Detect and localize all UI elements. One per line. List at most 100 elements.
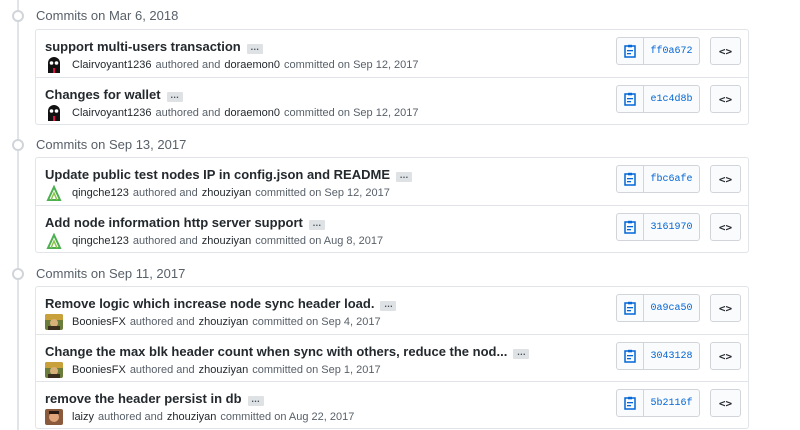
commit-committer-link[interactable]: zhouziyan [202, 187, 252, 199]
commit-author-link[interactable]: qingche123 [72, 235, 129, 247]
copy-sha-button[interactable] [617, 390, 644, 416]
commit-message-link[interactable]: Update public test nodes IP in config.js… [45, 167, 390, 182]
face-avatar-icon[interactable] [45, 409, 63, 425]
commit-group-title: Commits on Sep 13, 2017 [36, 137, 187, 152]
commit-list: Remove logic which increase node sync he… [35, 286, 749, 429]
sha-button-group: 5b2116f [616, 389, 700, 417]
timeline-line [17, 0, 19, 430]
browse-repo-button[interactable]: <> [710, 342, 741, 370]
commit-group-header: Commits on Mar 6, 2018 [0, 0, 800, 30]
commit-date-text: committed on Aug 8, 2017 [255, 235, 384, 247]
commit-group-header: Commits on Sep 11, 2017 [0, 258, 800, 288]
commit-sha-link[interactable]: fbc6afe [644, 166, 699, 192]
expand-message-button[interactable]: … [247, 395, 264, 406]
commit-date-text: committed on Aug 22, 2017 [220, 411, 355, 423]
commit-sha-link[interactable]: 5b2116f [644, 390, 699, 416]
copy-sha-button[interactable] [617, 38, 644, 64]
commit-author-link[interactable]: qingche123 [72, 187, 129, 199]
clipboard-icon [624, 44, 636, 58]
browse-repo-button[interactable]: <> [710, 37, 741, 65]
commit-row: Changes for wallet … Clairvoyant1236 auth… [36, 77, 748, 124]
commit-committer-link[interactable]: zhouziyan [167, 411, 217, 423]
copy-sha-button[interactable] [617, 214, 644, 240]
commit-group: Commits on Sep 13, 2017 [0, 129, 800, 159]
copy-sha-button[interactable] [617, 166, 644, 192]
commit-author-link[interactable]: BooniesFX [72, 364, 126, 376]
commit-sha-link[interactable]: ff0a672 [644, 38, 699, 64]
commit-committer-link[interactable]: zhouziyan [199, 316, 249, 328]
timeline-dot-icon [12, 139, 24, 151]
copy-sha-button[interactable] [617, 343, 644, 369]
leaf-avatar-icon[interactable] [45, 185, 63, 201]
clipboard-icon [624, 396, 636, 410]
commit-author-link[interactable]: BooniesFX [72, 316, 126, 328]
commit-message-link[interactable]: Remove logic which increase node sync he… [45, 296, 374, 311]
sha-button-group: e1c4d8b [616, 85, 700, 113]
expand-message-button[interactable]: … [396, 171, 413, 182]
expand-message-button[interactable]: … [246, 43, 263, 54]
commit-sha-link[interactable]: 3161970 [644, 214, 699, 240]
timeline-dot-icon [12, 268, 24, 280]
browse-repo-button[interactable]: <> [710, 389, 741, 417]
browse-repo-button[interactable]: <> [710, 165, 741, 193]
expand-message-button[interactable]: … [308, 219, 325, 230]
commit-message-link[interactable]: support multi-users transaction [45, 39, 241, 54]
commit-group-header: Commits on Sep 13, 2017 [0, 129, 800, 159]
commit-committer-link[interactable]: doraemon0 [224, 59, 280, 71]
commit-row: Change the max blk header count when syn… [36, 334, 748, 381]
expand-message-button[interactable]: … [513, 348, 530, 359]
commit-authored-text: authored and [132, 187, 198, 199]
commit-date-text: committed on Sep 12, 2017 [255, 187, 390, 199]
commit-row: support multi-users transaction … Clairvo… [36, 30, 748, 77]
commit-authored-text: authored and [155, 107, 221, 119]
ghost-avatar-icon[interactable] [45, 105, 63, 121]
commit-row: remove the header persist in db … laizy a… [36, 381, 748, 428]
commit-committer-link[interactable]: zhouziyan [202, 235, 252, 247]
commit-row: Add node information http server support… [36, 205, 748, 252]
ghost-avatar-icon[interactable] [45, 57, 63, 73]
commit-list: support multi-users transaction … Clairvo… [35, 29, 749, 125]
commit-date-text: committed on Sep 4, 2017 [252, 316, 381, 328]
sha-button-group: 0a9ca50 [616, 294, 700, 322]
commit-group: Commits on Mar 6, 2018 [0, 0, 800, 30]
commit-message-link[interactable]: remove the header persist in db [45, 391, 242, 406]
commit-authored-text: authored and [129, 316, 195, 328]
copy-sha-button[interactable] [617, 86, 644, 112]
commit-committer-link[interactable]: doraemon0 [224, 107, 280, 119]
commit-date-text: committed on Sep 1, 2017 [252, 364, 381, 376]
browse-repo-button[interactable]: <> [710, 213, 741, 241]
commit-author-link[interactable]: Clairvoyant1236 [72, 59, 152, 71]
photo-avatar-icon[interactable] [45, 314, 63, 330]
clipboard-icon [624, 349, 636, 363]
commit-sha-link[interactable]: 0a9ca50 [644, 295, 699, 321]
commit-group-title: Commits on Mar 6, 2018 [36, 8, 179, 23]
browse-repo-button[interactable]: <> [710, 294, 741, 322]
commit-message-link[interactable]: Changes for wallet [45, 87, 161, 102]
clipboard-icon [624, 172, 636, 186]
commit-authored-text: authored and [132, 235, 198, 247]
commit-author-link[interactable]: Clairvoyant1236 [72, 107, 152, 119]
clipboard-icon [624, 220, 636, 234]
clipboard-icon [624, 301, 636, 315]
commit-message-link[interactable]: Change the max blk header count when syn… [45, 344, 507, 359]
commit-authored-text: authored and [129, 364, 195, 376]
sha-button-group: 3043128 [616, 342, 700, 370]
commit-date-text: committed on Sep 12, 2017 [284, 107, 419, 119]
commit-author-link[interactable]: laizy [72, 411, 94, 423]
commit-message-link[interactable]: Add node information http server support [45, 215, 303, 230]
commit-sha-link[interactable]: e1c4d8b [644, 86, 699, 112]
clipboard-icon [624, 92, 636, 106]
commit-sha-link[interactable]: 3043128 [644, 343, 699, 369]
commit-group: Commits on Sep 11, 2017 [0, 258, 800, 288]
copy-sha-button[interactable] [617, 295, 644, 321]
browse-repo-button[interactable]: <> [710, 85, 741, 113]
expand-message-button[interactable]: … [380, 300, 397, 311]
photo-avatar-icon[interactable] [45, 362, 63, 378]
commit-committer-link[interactable]: zhouziyan [199, 364, 249, 376]
timeline-dot-icon [12, 10, 24, 22]
commit-authored-text: authored and [155, 59, 221, 71]
sha-button-group: fbc6afe [616, 165, 700, 193]
leaf-avatar-icon[interactable] [45, 233, 63, 249]
sha-button-group: 3161970 [616, 213, 700, 241]
expand-message-button[interactable]: … [166, 91, 183, 102]
